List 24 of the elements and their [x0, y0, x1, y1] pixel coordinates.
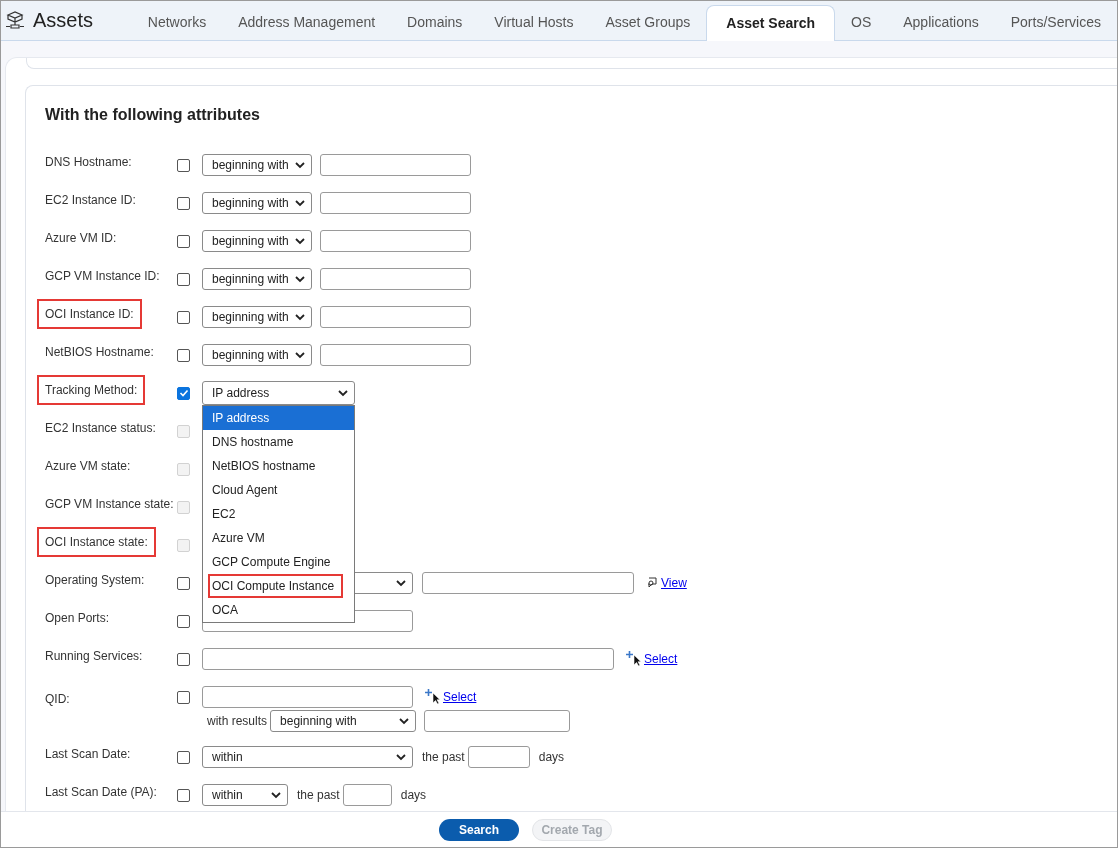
field-label: Last Scan Date (PA):	[44, 784, 158, 801]
field-label: QID:	[44, 691, 71, 708]
field-label: GCP VM Instance state:	[44, 496, 175, 513]
field-label: with results	[207, 713, 268, 730]
field-label: Azure VM ID:	[44, 230, 118, 247]
section-heading: With the following attributes	[45, 105, 261, 125]
field-label: DNS Hostname:	[44, 154, 133, 171]
field-label: Running Services:	[44, 648, 144, 665]
field-label: Azure VM state:	[44, 458, 132, 475]
field-label: EC2 Instance ID:	[44, 192, 137, 209]
field-label: Operating System:	[44, 572, 146, 589]
field-label: the past	[297, 787, 340, 804]
field-label: Tracking Method:	[37, 375, 146, 405]
field-label: EC2 Instance status:	[44, 420, 157, 437]
field-label: Last Scan Date:	[44, 746, 132, 763]
page-title: Assets	[33, 8, 94, 33]
field-label: days	[400, 787, 427, 804]
field-label: GCP VM Instance ID:	[44, 268, 161, 285]
field-label: NetBIOS Hostname:	[44, 344, 155, 361]
field-label: days	[538, 749, 565, 766]
field-label: OCI Instance state:	[37, 527, 156, 557]
field-label: Open Ports:	[44, 610, 111, 627]
field-label: OCI Instance ID:	[37, 299, 142, 329]
field-label: the past	[422, 749, 465, 766]
